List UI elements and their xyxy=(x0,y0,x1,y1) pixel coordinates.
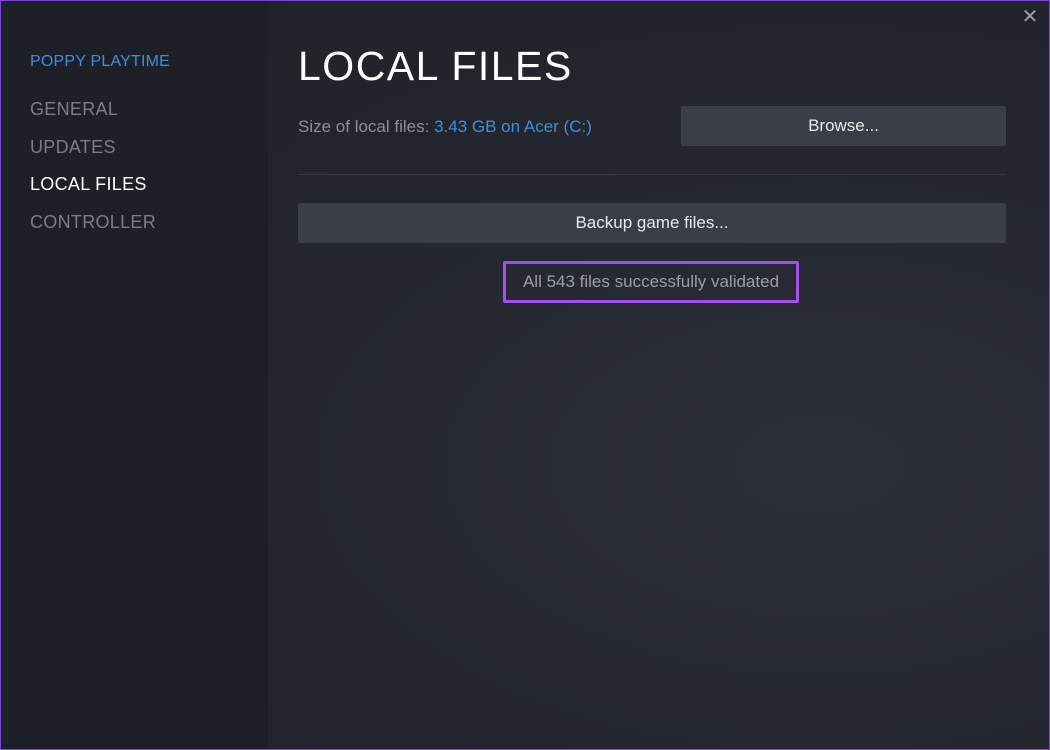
validation-status-highlight: All 543 files successfully validated xyxy=(503,261,799,303)
backup-game-files-button[interactable]: Backup game files... xyxy=(298,203,1006,243)
browse-button[interactable]: Browse... xyxy=(681,106,1006,146)
size-value-link[interactable]: 3.43 GB on Acer (C:) xyxy=(434,117,592,136)
page-title: LOCAL FILES xyxy=(298,43,573,89)
main-content: LOCAL FILES Size of local files: 3.43 GB… xyxy=(268,1,1049,749)
local-files-size-row: Size of local files: 3.43 GB on Acer (C:… xyxy=(298,117,592,137)
sidebar-item-controller[interactable]: CONTROLLER xyxy=(30,212,156,233)
divider xyxy=(298,174,1006,175)
close-icon[interactable]: ✕ xyxy=(1019,6,1041,28)
sidebar-item-local-files[interactable]: LOCAL FILES xyxy=(30,174,147,195)
size-label: Size of local files: xyxy=(298,117,435,136)
sidebar-item-general[interactable]: GENERAL xyxy=(30,99,118,120)
validation-status-text: All 543 files successfully validated xyxy=(522,272,780,291)
game-title: POPPY PLAYTIME xyxy=(30,53,171,70)
properties-window: POPPY PLAYTIME GENERAL UPDATES LOCAL FIL… xyxy=(0,0,1050,750)
sidebar-item-updates[interactable]: UPDATES xyxy=(30,137,116,158)
sidebar: POPPY PLAYTIME GENERAL UPDATES LOCAL FIL… xyxy=(1,1,268,749)
